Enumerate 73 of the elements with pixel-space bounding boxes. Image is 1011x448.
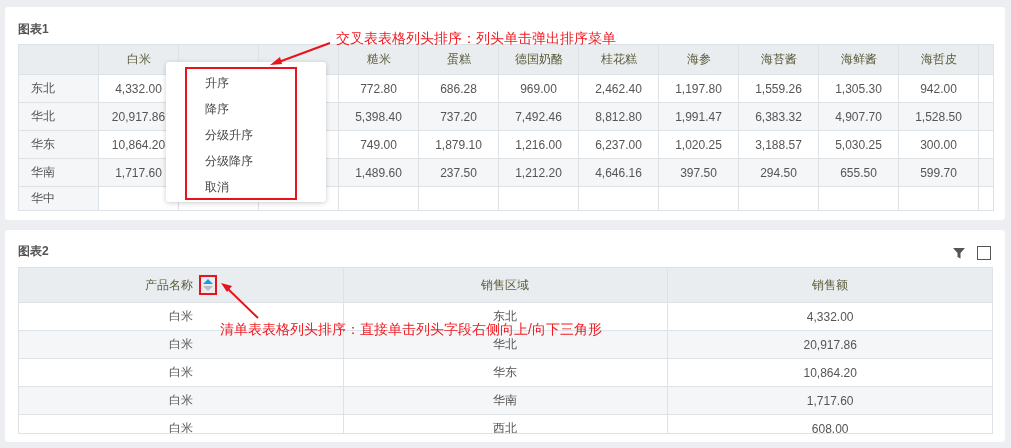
maximize-icon[interactable] (977, 246, 991, 260)
row-header: 东北 (18, 74, 99, 103)
row-header: 华中 (18, 186, 99, 211)
table-cell: 白米 (18, 386, 344, 415)
table-cell: 772.80 (338, 74, 419, 103)
chart-title: 图表2 (18, 243, 49, 260)
menu-item[interactable]: 升序 (187, 70, 295, 96)
table-cell: 华南 (343, 386, 668, 415)
table-cell: 737.20 (418, 102, 499, 131)
table-cell: 4,332.00 (667, 302, 993, 331)
table-cell: 397.50 (658, 158, 739, 187)
table-cell: 1,212.20 (498, 158, 579, 187)
table-cell: 1,305.30 (818, 74, 899, 103)
table-cell: 4,646.16 (578, 158, 659, 187)
table-cell: 20,917.86 (667, 330, 993, 359)
table-cell: 10,864.20 (667, 358, 993, 387)
menu-item[interactable]: 分级升序 (187, 122, 295, 148)
row-header: 华东 (18, 130, 99, 159)
annotation-arrow (268, 41, 332, 67)
annotation-arrow (220, 282, 260, 320)
table-cell: 华东 (343, 358, 668, 387)
table-cell: 白米 (18, 358, 344, 387)
column-header[interactable]: 桂花糕 (578, 44, 659, 75)
column-header[interactable]: 海哲皮 (898, 44, 979, 75)
menu-item[interactable]: 取消 (187, 174, 295, 200)
table-cell: 5,030.25 (818, 130, 899, 159)
column-header[interactable]: 产品名称 (145, 277, 194, 292)
table-cell: 6,237.00 (578, 130, 659, 159)
table-cell (978, 186, 994, 211)
table-cell: 2,462.40 (578, 74, 659, 103)
table-cell: 300.00 (898, 130, 979, 159)
table-cell: 1,216.00 (498, 130, 579, 159)
table-cell: 1,489.60 (338, 158, 419, 187)
chart-title: 图表1 (18, 21, 49, 38)
column-header[interactable]: 白米 (98, 44, 179, 75)
table-cell: 686.28 (418, 74, 499, 103)
column-header[interactable]: 海苔酱 (738, 44, 819, 75)
table-cell: 1,991.47 (658, 102, 739, 131)
table-cell: 4,907.70 (818, 102, 899, 131)
sort-icon[interactable] (202, 278, 213, 292)
column-header[interactable]: 海鲜酱 (818, 44, 899, 75)
table-cell: 6,383.32 (738, 102, 819, 131)
table-cell: 599.70 (898, 158, 979, 187)
table-cell: 942.00 (898, 74, 979, 103)
row-header: 华南 (18, 158, 99, 187)
column-header[interactable]: 海参 (658, 44, 739, 75)
table-cell: 7,492.46 (498, 102, 579, 131)
table-cell: 5,398.40 (338, 102, 419, 131)
table-cell (978, 130, 994, 159)
menu-item[interactable]: 分级降序 (187, 148, 295, 174)
table-cell: 1,020.25 (658, 130, 739, 159)
column-header[interactable]: 销售额 (812, 277, 849, 292)
table-cell: 969.00 (498, 74, 579, 103)
table-cell: 1,528.50 (898, 102, 979, 131)
column-header[interactable]: 蛋糕 (418, 44, 499, 75)
table-cell: 白米 (18, 414, 344, 433)
filter-icon[interactable] (953, 247, 965, 259)
column-header[interactable]: 德国奶酪 (498, 44, 579, 75)
column-header[interactable]: 销售区域 (481, 277, 530, 292)
row-header: 华北 (18, 102, 99, 131)
table-cell: 1,559.26 (738, 74, 819, 103)
table-cell: 749.00 (338, 130, 419, 159)
table-cell: 1,717.60 (667, 386, 993, 415)
table-cell: 1,879.10 (418, 130, 499, 159)
table-cell: 237.50 (418, 158, 499, 187)
table-cell (978, 74, 994, 103)
table-cell: 294.50 (738, 158, 819, 187)
table-cell: 8,812.80 (578, 102, 659, 131)
column-header[interactable]: 糙米 (338, 44, 419, 75)
menu-item[interactable]: 降序 (187, 96, 295, 122)
table-cell: 655.50 (818, 158, 899, 187)
table-cell: 3,188.57 (738, 130, 819, 159)
table-cell: 1,197.80 (658, 74, 739, 103)
